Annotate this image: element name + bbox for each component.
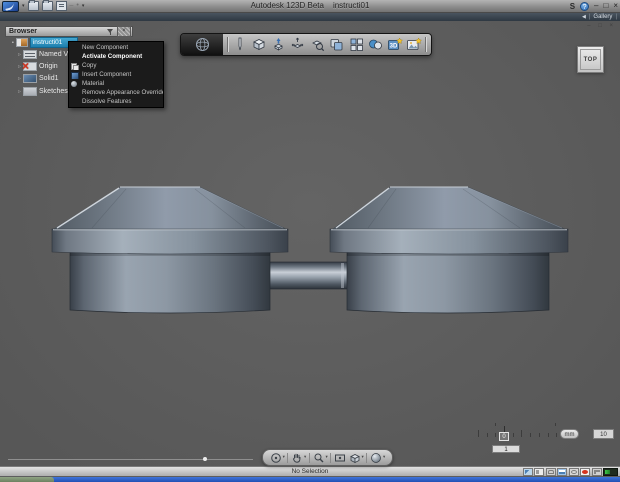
record-target-icon[interactable] [580, 468, 590, 476]
nav-separator [330, 452, 332, 463]
insert-image-icon[interactable] [406, 36, 423, 53]
orbit-icon[interactable]: ▾ [270, 452, 285, 464]
press-pull-icon[interactable] [270, 36, 287, 53]
windows-icon[interactable] [591, 468, 602, 476]
separator: | [615, 14, 617, 20]
tree-node-label: Sketches [39, 88, 68, 95]
menu-item-new-component[interactable]: New Component [69, 43, 163, 52]
expander-icon[interactable]: ▹ [18, 75, 21, 82]
filter-funnel-icon[interactable] [107, 28, 114, 35]
document-icon[interactable] [534, 468, 544, 476]
unit-button[interactable]: mm [560, 429, 579, 439]
toolbar-tools: 3D [223, 34, 431, 55]
material-spheres-icon[interactable] [367, 36, 384, 53]
tree-node-label: Solid1 [39, 75, 59, 82]
timeline-track[interactable] [8, 459, 253, 460]
separator: | [588, 14, 591, 20]
snap-magnify-icon[interactable] [309, 36, 326, 53]
nav-separator [366, 452, 368, 463]
ruler-top-mark [495, 423, 496, 426]
minimize-button[interactable]: – [594, 0, 598, 12]
material-icon [71, 80, 77, 87]
viewcube-top-face[interactable]: TOP [580, 49, 601, 70]
tree-node-solid[interactable]: ▹ Solid1 [18, 73, 58, 84]
move-icon[interactable] [289, 36, 306, 53]
ruler-origin-label: 0 [499, 432, 509, 441]
ruler-top-mark [555, 423, 556, 426]
close-button[interactable]: × [613, 0, 618, 12]
layout-grid-icon[interactable] [557, 468, 567, 476]
look-at-icon[interactable] [334, 452, 346, 464]
window-title: Autodesk 123D Beta instructi01 [0, 0, 620, 12]
view-style-cube-icon[interactable]: ▾ [349, 452, 364, 464]
status-icons [522, 467, 618, 477]
os-taskbar-edge [0, 477, 620, 482]
copy-icon [71, 62, 79, 70]
zoom-icon[interactable]: ▾ [313, 452, 328, 464]
title-bar: ▾ – • ▾ Autodesk 123D Beta instructi01 S … [0, 0, 620, 13]
tree-node-origin[interactable]: ▹ × Origin [18, 59, 58, 73]
wireframe-sphere-icon [195, 38, 209, 51]
app-title: Autodesk 123D Beta [250, 1, 324, 10]
scale-value-box[interactable]: 10 [593, 429, 614, 439]
maximize-button[interactable]: □ [603, 0, 608, 12]
hidden-red-x-icon: × [22, 59, 30, 73]
sync-icon[interactable]: S [570, 2, 575, 11]
ruler-value-box[interactable]: 1 [492, 445, 520, 453]
nav-separator [308, 452, 310, 463]
component-icon [15, 38, 28, 47]
browser-panel-title: Browser [9, 28, 38, 35]
menu-item-insert-component[interactable]: Insert Component [69, 70, 163, 79]
primitive-cube-icon[interactable] [250, 36, 267, 53]
nav-separator [287, 452, 289, 463]
3d-viewport[interactable]: – □ × 3D TOP Browser × • instructi01 ▹ N… [0, 21, 620, 466]
menu-item-material[interactable]: Material [69, 79, 163, 88]
lock-icon[interactable] [545, 468, 556, 476]
pan-hand-icon[interactable]: ▾ [291, 452, 306, 464]
main-toolbar: 3D [180, 33, 432, 56]
insert-3d-icon[interactable]: 3D [387, 36, 404, 53]
menu-item-copy[interactable]: Copy [69, 61, 163, 70]
main-menu-button[interactable] [181, 34, 223, 55]
circle-toggle-icon[interactable] [568, 468, 579, 476]
named-views-icon [23, 50, 38, 59]
navigation-bar: ▾ ▾ ▾ ▾ ▾ [262, 449, 393, 466]
solid-icon [23, 74, 38, 83]
svg-text:3D: 3D [390, 44, 398, 50]
toolbar-separator [425, 37, 427, 52]
gallery-tab[interactable]: Gallery [593, 13, 612, 21]
toolbar-separator [227, 37, 229, 52]
tree-node-sketches[interactable]: ▹ Sketches [18, 86, 68, 97]
window-controls: S ? – □ × [570, 0, 618, 12]
document-title: instructi01 [332, 1, 370, 10]
help-icon[interactable]: ? [580, 1, 590, 11]
combine-icon[interactable] [328, 36, 345, 53]
grid-scale-ruler [478, 429, 566, 437]
expander-icon[interactable]: ▹ [18, 88, 21, 95]
menu-item-activate-component[interactable]: Activate Component [69, 52, 163, 61]
sketches-icon [23, 87, 38, 96]
sketch-toggle-icon[interactable] [522, 468, 533, 476]
timeline-handle[interactable] [203, 457, 207, 461]
taskbar-start-area [0, 477, 54, 482]
menu-item-remove-appearance-override[interactable]: Remove Appearance Override [69, 88, 163, 97]
browser-panel-header[interactable]: Browser × [5, 26, 133, 37]
render-sphere-icon[interactable]: ▾ [370, 452, 385, 464]
sketch-pen-icon[interactable] [231, 36, 248, 53]
app-window: ▾ – • ▾ Autodesk 123D Beta instructi01 S … [0, 0, 620, 482]
context-menu: New Component Activate Component Copy In… [68, 41, 164, 108]
collapse-gallery-icon[interactable]: ◀ [582, 13, 586, 21]
origin-icon: × [22, 59, 38, 73]
browser-close-icon[interactable]: × [117, 26, 131, 37]
viewcube[interactable]: TOP [577, 46, 604, 73]
menu-item-dissolve-features[interactable]: Dissolve Features [69, 97, 163, 106]
pattern-icon[interactable] [348, 36, 365, 53]
tree-bullet: • [12, 39, 14, 46]
status-bar: No Selection [0, 466, 620, 476]
performance-meter-icon [603, 468, 618, 476]
expander-icon[interactable]: ▹ [18, 63, 21, 70]
tree-node-label: Origin [39, 63, 58, 70]
insert-component-icon [71, 71, 79, 79]
expander-icon[interactable]: ▹ [18, 51, 21, 58]
